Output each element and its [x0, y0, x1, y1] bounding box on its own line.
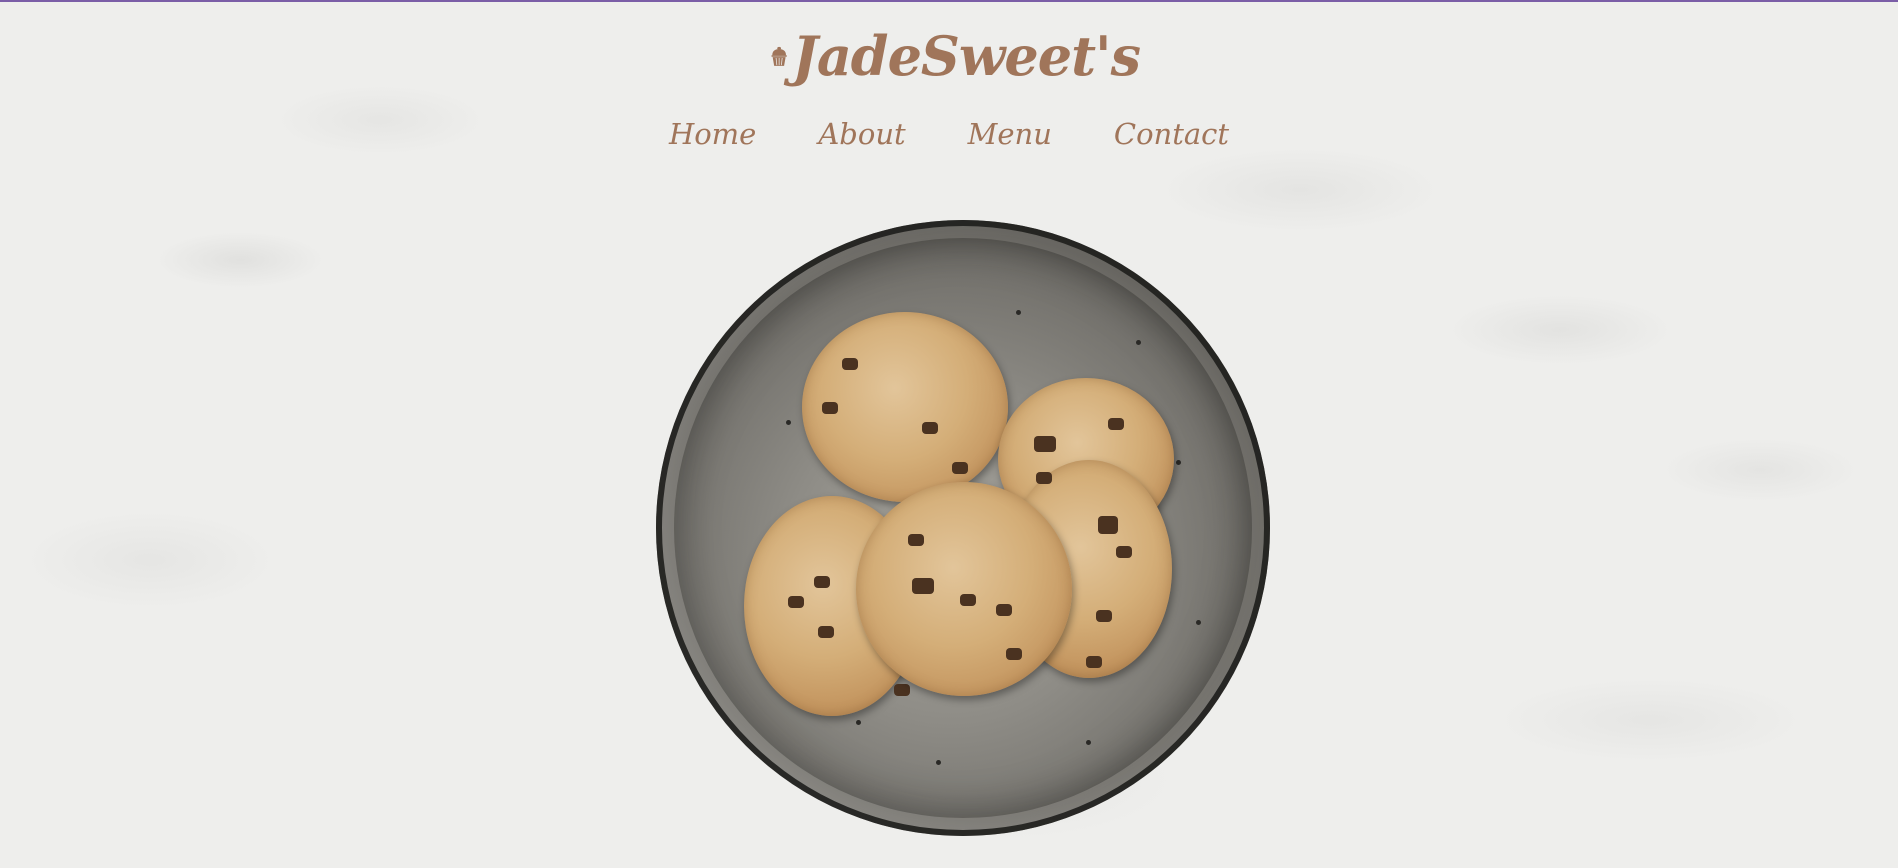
- hero-image-plate-of-cookies: [656, 220, 1272, 840]
- plate-speck: [1086, 740, 1091, 745]
- plate-speck: [1016, 310, 1021, 315]
- nav-item-about[interactable]: About: [816, 112, 907, 156]
- chocolate-chip: [908, 534, 924, 546]
- chocolate-chip: [1006, 648, 1022, 660]
- chocolate-chip: [952, 462, 968, 474]
- site-header: JadeSweet's Home About Menu Contact: [0, 0, 1898, 151]
- brand-name: JadeSweet's: [792, 24, 1141, 88]
- chocolate-chip: [1086, 656, 1102, 668]
- chocolate-chip: [922, 422, 938, 434]
- brand-logo[interactable]: JadeSweet's: [770, 20, 1141, 92]
- plate-speck: [936, 760, 941, 765]
- cookie: [802, 312, 1008, 502]
- plate-speck: [1196, 620, 1201, 625]
- chocolate-chip: [1108, 418, 1124, 430]
- cookie: [856, 482, 1072, 696]
- plate-speck: [1176, 460, 1181, 465]
- main-nav: Home About Menu Contact: [0, 112, 1898, 156]
- chocolate-chip: [842, 358, 858, 370]
- nav-item-contact[interactable]: Contact: [1112, 112, 1231, 156]
- chocolate-chip: [818, 626, 834, 638]
- chocolate-chip: [1098, 516, 1118, 534]
- plate: [656, 220, 1270, 836]
- chocolate-chip: [1096, 610, 1112, 622]
- chocolate-chip: [996, 604, 1012, 616]
- chocolate-chip: [912, 578, 934, 594]
- plate-speck: [786, 420, 791, 425]
- cupcake-icon: [771, 46, 787, 66]
- plate-speck: [856, 720, 861, 725]
- chocolate-chip: [1034, 436, 1056, 452]
- chocolate-chip: [822, 402, 838, 414]
- nav-item-menu[interactable]: Menu: [966, 112, 1054, 156]
- chocolate-chip: [894, 684, 910, 696]
- chocolate-chip: [814, 576, 830, 588]
- chocolate-chip: [960, 594, 976, 606]
- plate-speck: [1136, 340, 1141, 345]
- chocolate-chip: [788, 596, 804, 608]
- chocolate-chip: [1116, 546, 1132, 558]
- chocolate-chip: [1036, 472, 1052, 484]
- nav-item-home[interactable]: Home: [667, 112, 758, 156]
